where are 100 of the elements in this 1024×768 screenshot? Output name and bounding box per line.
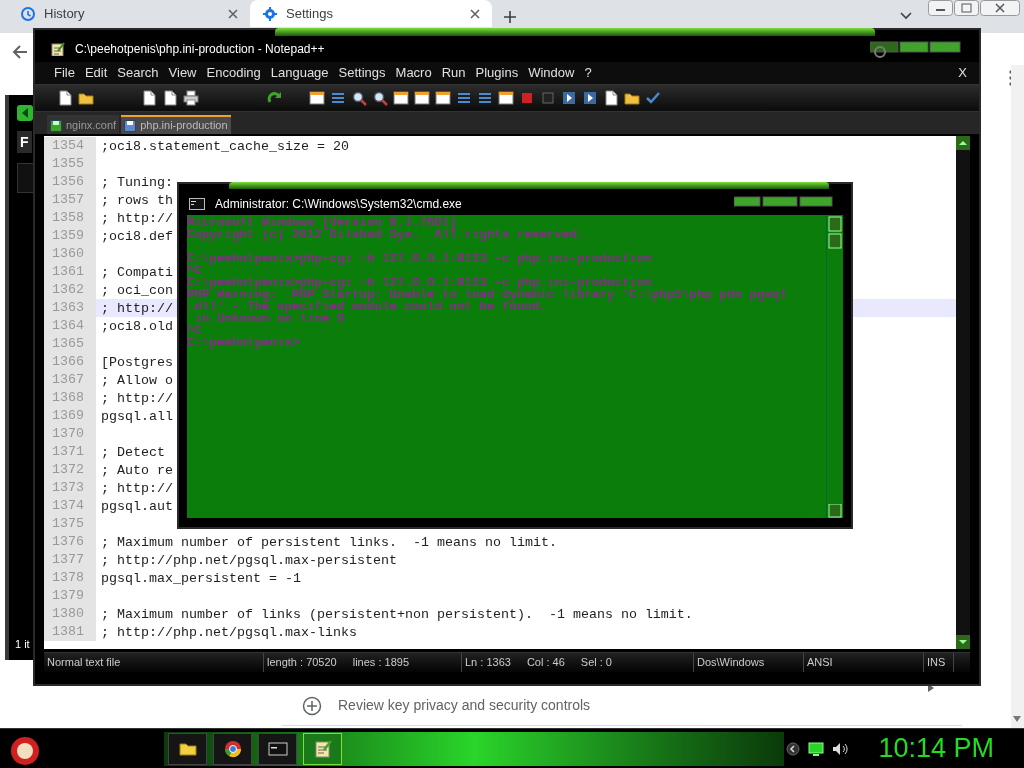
speaker-icon[interactable]	[832, 741, 849, 756]
line-number: 1379	[44, 587, 96, 605]
window-icon[interactable]	[309, 90, 325, 106]
scrollbar[interactable]	[956, 136, 970, 649]
scroll-down-icon[interactable]	[1013, 716, 1021, 722]
printer-icon[interactable]	[183, 90, 199, 106]
scroll-up-icon[interactable]	[956, 136, 970, 150]
status-text: lines : 1895	[352, 655, 409, 671]
taskbar-button[interactable]	[168, 732, 207, 765]
document-icon[interactable]	[57, 90, 73, 106]
window-icon[interactable]	[393, 90, 409, 106]
file-tab[interactable]: php.ini-production	[121, 115, 231, 134]
console-line: PHP Warning: PHP Startup: Unable to load dynamic library 'C:\php5\php_pdo_pgsql	[187, 289, 789, 301]
code-text: ; Tuning:	[101, 175, 173, 190]
menu-item[interactable]: Language	[265, 63, 334, 83]
folder-icon[interactable]	[624, 90, 640, 106]
record-icon[interactable]	[519, 90, 535, 106]
line-number: 1359	[44, 227, 96, 245]
history-icon	[20, 5, 36, 22]
code-text: pgsql.all	[101, 409, 173, 424]
toolbar-button[interactable]: F	[17, 131, 32, 153]
window-controls-icon[interactable]	[734, 196, 834, 208]
window-icon[interactable]	[498, 90, 514, 106]
window-icon[interactable]	[435, 90, 451, 106]
magnifier-icon[interactable]	[372, 90, 388, 106]
code-text: ; Maximum number of persistent links. -1 means no limit.	[101, 535, 557, 550]
play-icon[interactable]	[561, 90, 577, 106]
menu-item[interactable]: Window	[523, 63, 580, 83]
caret-icon[interactable]	[900, 12, 912, 20]
window-controls-icon[interactable]	[928, 0, 1020, 17]
menu-item[interactable]: Plugins	[470, 63, 524, 83]
line-number: 1377	[44, 551, 96, 569]
window-controls-icon[interactable]	[870, 40, 962, 58]
clock[interactable]: 10:14 PM	[878, 735, 994, 762]
checkmark-icon[interactable]	[645, 90, 661, 106]
taskbar-button[interactable]	[213, 732, 252, 765]
file-tab[interactable]: nginx.conf	[47, 115, 120, 134]
line-number: 1362	[44, 281, 96, 299]
menu-item[interactable]: View	[163, 63, 202, 83]
menu-item[interactable]: ?	[579, 63, 597, 83]
back-icon[interactable]	[12, 44, 28, 60]
monitor-icon[interactable]	[808, 741, 825, 756]
status-text: Ln : 1363	[465, 655, 511, 671]
app-icon	[17, 105, 33, 121]
lines-icon[interactable]	[330, 90, 346, 106]
line-number: 1365	[44, 335, 96, 353]
menu-item[interactable]: File	[49, 63, 80, 83]
scroll-up-icon[interactable]	[827, 215, 843, 249]
notepad-icon	[51, 42, 65, 56]
new-tab-icon[interactable]	[504, 11, 516, 23]
code-text: [Postgres	[101, 355, 173, 370]
menu-item[interactable]: Search	[112, 63, 164, 83]
status-text: ANSI	[807, 655, 833, 671]
close-icon[interactable]	[470, 8, 480, 19]
menu-item[interactable]: Macro	[390, 63, 437, 83]
document-icon[interactable]	[162, 90, 178, 106]
window-icon[interactable]	[414, 90, 430, 106]
console-line: ^C	[187, 325, 202, 337]
status-text: 1 it	[15, 636, 30, 652]
close-button[interactable]: X	[958, 63, 967, 83]
scrollbar[interactable]	[1011, 65, 1024, 728]
menu-item[interactable]: Run	[436, 63, 471, 83]
code-text: ; Allow o	[101, 373, 173, 388]
play-icon[interactable]	[582, 90, 598, 106]
menu-item[interactable]: Edit	[79, 63, 113, 83]
document-icon[interactable]	[141, 90, 157, 106]
scrollbar[interactable]	[826, 215, 843, 518]
lines-icon[interactable]	[477, 90, 493, 106]
chevron-icon[interactable]	[786, 741, 801, 756]
console-line: in Unknown on line 0	[194, 313, 346, 325]
document-icon[interactable]	[603, 90, 619, 106]
folder-icon[interactable]	[78, 90, 94, 106]
console-line: C:\peehotpenis>php-cgi -b 127.0.0.1:9123 -c php.ini-production	[187, 277, 653, 289]
line-number: 1372	[44, 461, 96, 479]
code-text: ; http://	[101, 211, 173, 226]
code-text: ;oci8.def	[101, 229, 173, 244]
console-line: Microsoft Windows [Version 6.1.7601]	[187, 217, 459, 229]
status-text: Col : 46	[526, 655, 565, 671]
line-number: 1381	[44, 623, 96, 641]
code-text: ; http://	[101, 301, 173, 316]
magnifier-icon[interactable]	[351, 90, 367, 106]
scroll-down-icon[interactable]	[956, 635, 970, 649]
menu-item[interactable]: Settings	[333, 63, 391, 83]
code-text: ; Compati	[101, 265, 173, 280]
line-number: 1369	[44, 407, 96, 425]
lines-icon[interactable]	[456, 90, 472, 106]
status-text: INS	[927, 655, 946, 671]
scroll-down-icon[interactable]	[827, 504, 843, 518]
line-number: 1360	[44, 245, 96, 263]
close-icon[interactable]	[228, 8, 238, 19]
line-number: 1361	[44, 263, 96, 281]
browser-tab[interactable]: Settings	[250, 0, 492, 27]
code-text: ; Maximum number of links (persistent+non persistent). -1 means no limit.	[101, 607, 693, 622]
menu-item[interactable]: Encoding	[201, 63, 266, 83]
line-number: 1374	[44, 497, 96, 515]
console-icon	[189, 197, 205, 210]
line-number: 1370	[44, 425, 96, 443]
line-number: 1364	[44, 317, 96, 335]
code-text: ; oci_con	[101, 283, 173, 298]
line-number: 1355	[44, 155, 96, 173]
